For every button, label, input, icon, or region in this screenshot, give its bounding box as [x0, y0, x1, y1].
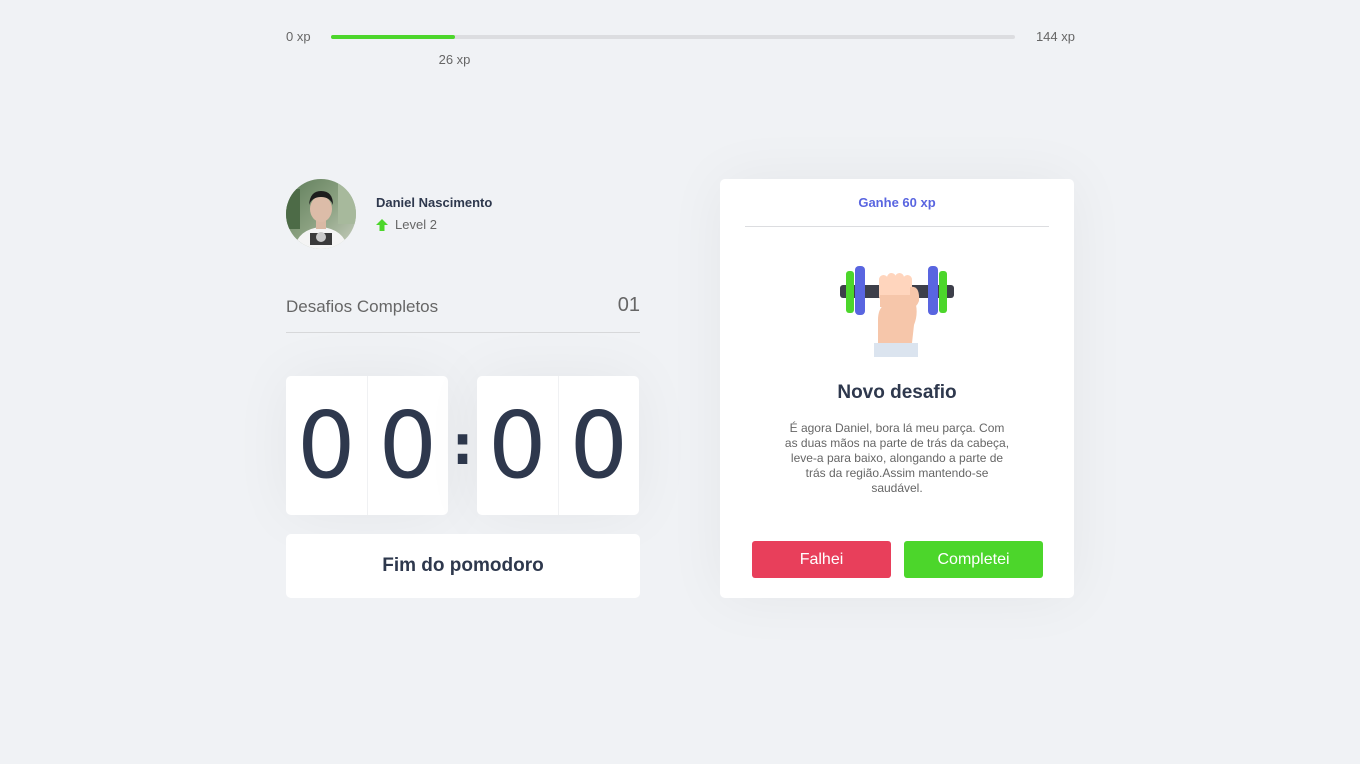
- countdown-seconds: 0 0: [477, 376, 639, 515]
- challenge-card: Ganhe 60 xp Novo desafio É agora Daniel,…: [720, 179, 1074, 598]
- avatar-image: [286, 179, 356, 249]
- xp-track: 26 xp: [331, 35, 1015, 67]
- minute-digit-left: 0: [286, 376, 368, 515]
- xp-progress-fill: [331, 35, 455, 39]
- challenge-title: Novo desafio: [837, 382, 957, 403]
- profile-name: Daniel Nascimento: [376, 195, 493, 210]
- minute-digit-right: 0: [378, 392, 438, 499]
- xp-max-label: 144 xp: [1035, 29, 1075, 44]
- xp-current-label: 26 xp: [438, 52, 471, 67]
- end-pomodoro-button[interactable]: Fim do pomodoro: [286, 534, 640, 598]
- challenge-failed-button[interactable]: Falhei: [752, 541, 891, 578]
- arrow-up-icon: [376, 218, 388, 231]
- experience-bar: 0 xp 26 xp 144 xp: [286, 26, 1075, 67]
- countdown-separator: :: [451, 414, 474, 477]
- completed-challenges-count: 01: [617, 294, 640, 316]
- challenge-reward: Ganhe 60 xp: [745, 179, 1049, 227]
- countdown: 0 0 : 0 0: [286, 376, 640, 515]
- dumbbell-icon: [840, 266, 954, 357]
- challenge-succeeded-button[interactable]: Completei: [904, 541, 1043, 578]
- second-digit-left: 0: [477, 376, 559, 515]
- level-label: Level 2: [395, 217, 437, 232]
- countdown-minutes: 0 0: [286, 376, 448, 515]
- completed-challenges-label: Desafios Completos: [286, 297, 439, 316]
- second-digit-right: 0: [569, 392, 629, 499]
- avatar: [286, 179, 356, 249]
- xp-min-label: 0 xp: [286, 29, 311, 44]
- profile: Daniel Nascimento Level 2: [286, 179, 640, 249]
- challenge-description: É agora Daniel, bora lá meu parça. Com a…: [784, 421, 1010, 495]
- completed-challenges: Desafios Completos 01: [286, 292, 640, 333]
- profile-level: Level 2: [376, 217, 437, 232]
